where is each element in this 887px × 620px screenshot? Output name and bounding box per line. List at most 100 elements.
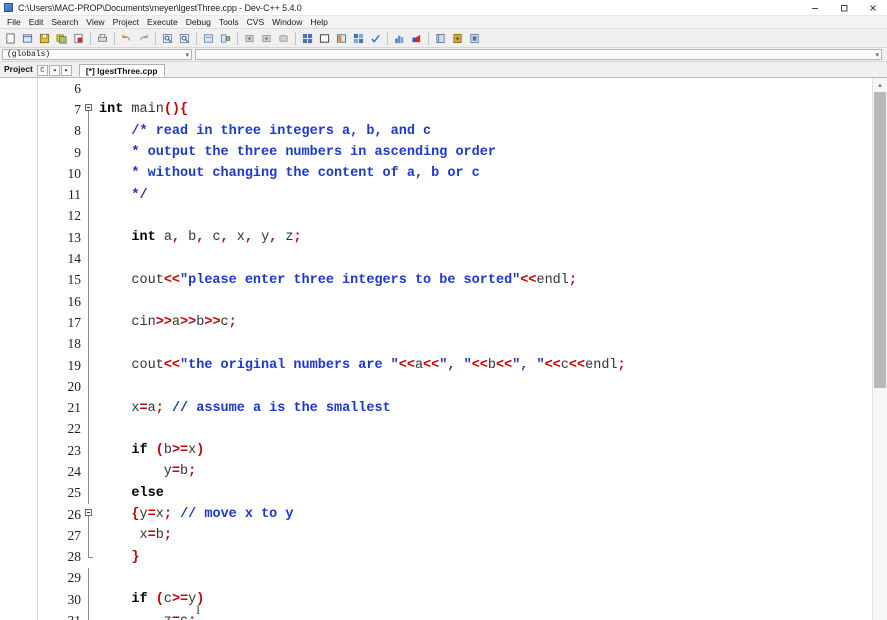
- fold-collapse-icon[interactable]: [85, 104, 92, 112]
- replace-icon[interactable]: [201, 31, 216, 46]
- code-line[interactable]: 20: [55, 376, 872, 398]
- toggle-icon[interactable]: [467, 31, 482, 46]
- close-button[interactable]: [858, 0, 887, 15]
- code-token-op: =: [172, 614, 180, 620]
- menu-item-tools[interactable]: Tools: [215, 16, 243, 28]
- code-line[interactable]: 21 x=a; // assume a is the smallest: [55, 397, 872, 419]
- scroll-tabs-right-button[interactable]: ▸: [60, 65, 72, 76]
- code-text: z=c;: [95, 614, 872, 620]
- code-token-op: <<: [520, 272, 537, 288]
- save-all-icon[interactable]: [54, 31, 69, 46]
- document-tab-lgestthree[interactable]: [*] lgestThree.cpp: [78, 64, 165, 77]
- menu-item-search[interactable]: Search: [47, 16, 82, 28]
- goto-line-icon[interactable]: [218, 31, 233, 46]
- code-token-id: [148, 443, 156, 458]
- fold-gutter-cell[interactable]: [83, 504, 95, 526]
- code-token-op: (: [155, 592, 164, 608]
- find-icon[interactable]: [160, 31, 175, 46]
- code-token-op: <<: [163, 272, 181, 288]
- code-line[interactable]: 6: [55, 78, 872, 99]
- scrollbar-track[interactable]: [873, 92, 887, 620]
- code-line[interactable]: 22: [55, 418, 872, 441]
- code-line[interactable]: 7 int main(){: [55, 99, 872, 121]
- code-line[interactable]: 9 * output the three numbers in ascendin…: [55, 141, 872, 164]
- fold-collapse-icon[interactable]: [85, 508, 92, 516]
- forward-icon[interactable]: [259, 31, 274, 46]
- member-combobox[interactable]: ▾: [195, 49, 882, 60]
- code-token-id: x: [228, 230, 245, 246]
- code-line[interactable]: 18: [55, 333, 872, 355]
- editor-vertical-scrollbar[interactable]: ▴: [872, 78, 887, 620]
- menu-item-edit[interactable]: Edit: [25, 16, 48, 28]
- print-icon[interactable]: [95, 31, 110, 46]
- code-editor[interactable]: 6 7 int main(){8 /* read in three integers…: [0, 78, 872, 620]
- run-icon[interactable]: [317, 31, 332, 46]
- code-line[interactable]: 27 x=b;: [55, 525, 872, 547]
- scroll-tabs-left-button[interactable]: ◂: [48, 65, 60, 76]
- menu-item-view[interactable]: View: [82, 16, 108, 28]
- code-line[interactable]: 25 else: [55, 482, 872, 504]
- insert-icon[interactable]: [450, 31, 465, 46]
- code-line[interactable]: 8 /* read in three integers a, b, and c: [55, 120, 872, 142]
- code-token-id: a: [147, 400, 156, 416]
- maximize-button[interactable]: [829, 0, 858, 15]
- code-line[interactable]: 15 cout<<"please enter three integers to…: [55, 269, 872, 291]
- code-line[interactable]: 31 z=c;: [55, 610, 872, 620]
- code-line[interactable]: 28 }: [55, 546, 872, 568]
- fold-gutter-cell: [83, 269, 95, 291]
- code-line[interactable]: 12: [55, 205, 872, 228]
- fold-gutter-cell: [83, 546, 95, 568]
- debug-icon[interactable]: [409, 31, 424, 46]
- menu-item-cvs[interactable]: CVS: [243, 16, 268, 28]
- toolbar-separator: [114, 31, 115, 45]
- code-line[interactable]: 24 y=b;: [55, 461, 872, 483]
- code-line[interactable]: 26 {y=x; // move x to y: [55, 504, 872, 526]
- back-icon[interactable]: [242, 31, 257, 46]
- classes-tab-button[interactable]: C: [36, 65, 48, 76]
- stop-icon[interactable]: [276, 31, 291, 46]
- open-file-icon[interactable]: [20, 31, 35, 46]
- close-file-icon[interactable]: [71, 31, 86, 46]
- scroll-up-button[interactable]: ▴: [873, 78, 887, 92]
- find-next-icon[interactable]: [177, 31, 192, 46]
- code-line[interactable]: 14: [55, 248, 872, 270]
- menu-item-project[interactable]: Project: [109, 16, 143, 28]
- redo-icon[interactable]: [136, 31, 151, 46]
- menu-item-debug[interactable]: Debug: [182, 16, 215, 28]
- scrollbar-thumb[interactable]: [874, 92, 886, 388]
- fold-gutter-cell[interactable]: [83, 99, 95, 121]
- new-file-icon[interactable]: [3, 31, 18, 46]
- compile-run-icon[interactable]: [334, 31, 349, 46]
- code-token-kw: else: [131, 485, 164, 501]
- fold-gutter-cell: [83, 482, 95, 504]
- fold-gutter-cell: [83, 163, 95, 185]
- project-options-icon[interactable]: [433, 31, 448, 46]
- code-line[interactable]: 19 cout<<"the original numbers are "<<a<…: [55, 354, 872, 377]
- menu-item-file[interactable]: File: [3, 16, 25, 28]
- code-line[interactable]: 10 * without changing the content of a, …: [55, 163, 872, 185]
- line-number: 22: [67, 421, 82, 437]
- code-line[interactable]: 13 int a, b, c, x, y, z;: [55, 227, 872, 249]
- code-line[interactable]: 16: [55, 290, 872, 313]
- profile-icon[interactable]: [392, 31, 407, 46]
- code-line[interactable]: 11 */: [55, 184, 872, 206]
- code-text: cin>>a>>b>>c;: [95, 315, 872, 330]
- code-line[interactable]: 29: [55, 567, 872, 590]
- minimize-button[interactable]: [800, 0, 829, 15]
- code-line[interactable]: 30 if (c>=y): [55, 589, 872, 611]
- menu-item-execute[interactable]: Execute: [143, 16, 182, 28]
- undo-icon[interactable]: [119, 31, 134, 46]
- line-number: 18: [67, 336, 82, 352]
- line-number: 23: [67, 442, 82, 458]
- compile-icon[interactable]: [300, 31, 315, 46]
- code-line[interactable]: 23 if (b>=x): [55, 440, 872, 462]
- rebuild-all-icon[interactable]: [351, 31, 366, 46]
- menu-item-window[interactable]: Window: [268, 16, 306, 28]
- menu-item-help[interactable]: Help: [306, 16, 331, 28]
- scope-combobox[interactable]: (globals) ▾: [2, 49, 192, 60]
- syntax-check-icon[interactable]: [368, 31, 383, 46]
- project-panel-label[interactable]: Project: [2, 63, 37, 77]
- fold-guide-line: [88, 184, 89, 206]
- code-line[interactable]: 17 cin>>a>>b>>c;: [55, 312, 872, 334]
- save-file-icon[interactable]: [37, 31, 52, 46]
